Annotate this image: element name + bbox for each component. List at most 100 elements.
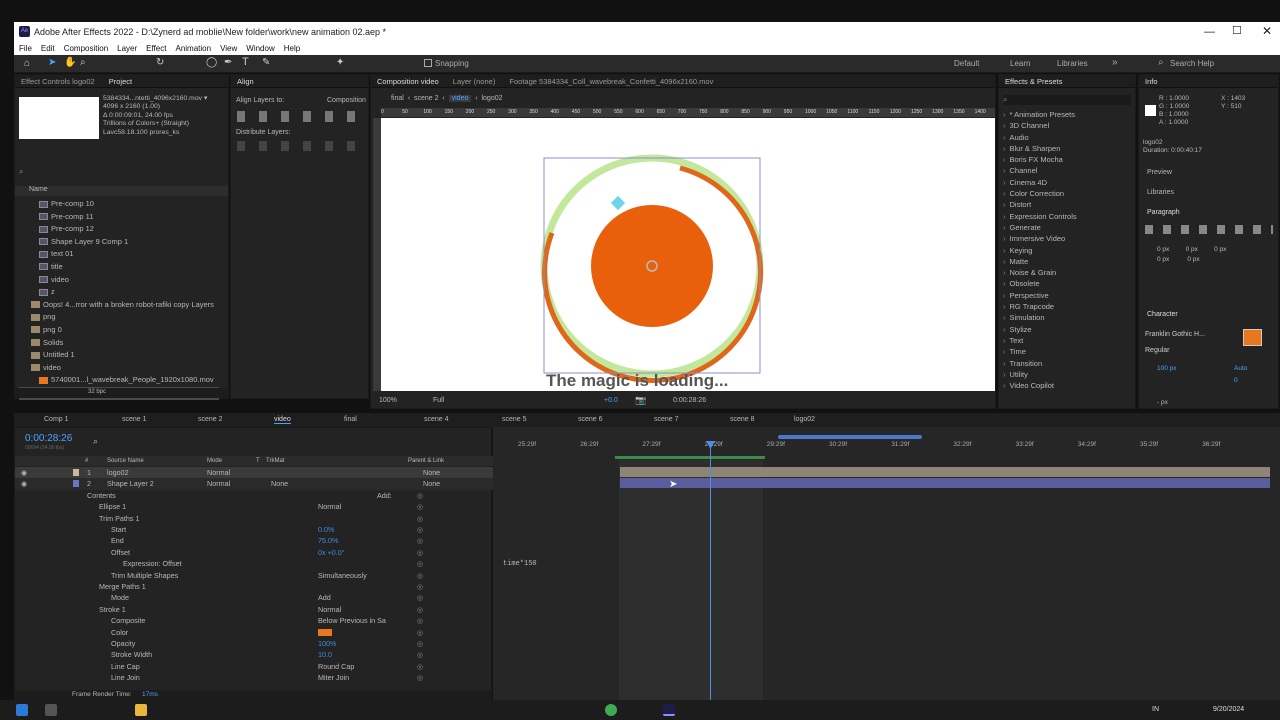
search-taskbar-icon[interactable]	[45, 704, 57, 716]
tab-project[interactable]: Project	[109, 77, 132, 86]
chrome-icon[interactable]	[605, 704, 617, 716]
layer-parent-select[interactable]: None	[423, 478, 440, 489]
property-value[interactable]: Miter Join	[318, 672, 349, 683]
timeline-tab[interactable]: scene 5	[502, 416, 527, 423]
effect-category[interactable]: Text	[1003, 335, 1133, 346]
resolution-select[interactable]: Full	[433, 397, 444, 404]
pickwhip-icon[interactable]: ◎	[417, 581, 423, 592]
project-search-input[interactable]: ⌕	[19, 167, 224, 177]
timeline-timecode[interactable]: 0:00:28:26	[25, 433, 72, 444]
timeline-tab[interactable]: scene 1	[122, 416, 147, 423]
effect-category[interactable]: Simulation	[1003, 312, 1133, 323]
taskbar-date[interactable]: 9/20/2024	[1213, 706, 1244, 713]
effect-category[interactable]: Stylize	[1003, 324, 1133, 335]
timeline-tab[interactable]: scene 2	[198, 416, 223, 423]
project-item[interactable]: Oops! 4...rror with a broken robot-rafik…	[19, 299, 219, 312]
layer-row[interactable]: ◉ 1 logo02 Normal None	[15, 467, 493, 479]
property-value[interactable]: Add	[318, 592, 331, 603]
tab-effects-presets[interactable]: Effects & Presets	[1005, 77, 1062, 86]
project-item[interactable]: Pre-comp 10	[19, 198, 219, 211]
comp-timecode[interactable]: 0:00:28:26	[673, 397, 706, 404]
effect-category[interactable]: Color Correction	[1003, 188, 1133, 199]
property-row[interactable]: End 75.0% ◎	[15, 535, 493, 546]
pickwhip-icon[interactable]: ◎	[417, 490, 423, 501]
property-value[interactable]: 100%	[318, 638, 336, 649]
property-row[interactable]: Opacity 100% ◎	[15, 638, 493, 649]
stroke-color-swatch[interactable]	[318, 628, 332, 636]
layer-trkmat-select[interactable]: None	[271, 478, 288, 489]
pickwhip-icon[interactable]: ◎	[417, 615, 423, 626]
project-item[interactable]: 5740001...l_wavebreak_People_1920x1080.m…	[19, 374, 219, 387]
maximize-icon[interactable]: ☐	[1232, 24, 1242, 37]
effect-category[interactable]: Obsolete	[1003, 278, 1133, 289]
visibility-eye-icon[interactable]: ◉	[21, 467, 27, 478]
tab-footage[interactable]: Footage 5384334_Coll_wavebreak_Confetti_…	[509, 77, 713, 86]
project-item[interactable]: Solids	[19, 337, 219, 350]
camera-icon[interactable]: 📷	[635, 395, 646, 406]
menu-layer[interactable]: Layer	[117, 44, 137, 53]
label-color-swatch[interactable]	[73, 469, 79, 476]
property-row[interactable]: Trim Multiple Shapes Simultaneously ◎	[15, 570, 493, 581]
project-item[interactable]: text 01	[19, 248, 219, 261]
effect-category[interactable]: Expression Controls	[1003, 211, 1133, 222]
label-color-swatch[interactable]	[73, 480, 79, 488]
pickwhip-icon[interactable]: ◎	[417, 501, 423, 512]
distribute-buttons[interactable]	[237, 141, 365, 151]
breadcrumb-logo02[interactable]: logo02	[481, 95, 502, 102]
pickwhip-icon[interactable]: ◎	[417, 570, 423, 581]
puppet-tool-icon[interactable]: ✦	[336, 57, 344, 68]
taskbar-language[interactable]: IN	[1152, 706, 1159, 713]
layer-name[interactable]: Shape Layer 2	[107, 478, 154, 489]
pickwhip-icon[interactable]: ◎	[417, 672, 423, 683]
property-value[interactable]: Normal	[318, 604, 341, 615]
tab-composition[interactable]: Composition video	[377, 77, 439, 86]
pickwhip-icon[interactable]: ◎	[417, 592, 423, 603]
libraries-panel-tab[interactable]: Libraries	[1147, 189, 1174, 196]
effect-category[interactable]: * Animation Presets	[1003, 109, 1133, 120]
effect-category[interactable]: Immersive Video	[1003, 233, 1133, 244]
indent-right[interactable]: 0 px	[1214, 246, 1226, 253]
in-out-range[interactable]	[615, 456, 765, 459]
layer-parent-select[interactable]: None	[423, 467, 440, 478]
indent-left[interactable]: 0 px	[1157, 246, 1169, 253]
property-row[interactable]: Mode Add ◎	[15, 592, 493, 603]
space-after[interactable]: 0 px	[1187, 256, 1199, 263]
tab-align[interactable]: Align	[237, 77, 254, 86]
work-area-bar[interactable]	[778, 435, 922, 439]
property-value[interactable]: Round Cap	[318, 661, 354, 672]
property-row[interactable]: Stroke Width 10.0 ◎	[15, 649, 493, 660]
effect-category[interactable]: Matte	[1003, 256, 1133, 267]
zoom-select[interactable]: 100%	[379, 397, 397, 404]
workspace-learn[interactable]: Learn	[1010, 59, 1030, 68]
menu-view[interactable]: View	[220, 44, 237, 53]
effect-category[interactable]: Video Copilot	[1003, 380, 1133, 391]
project-item[interactable]: title	[19, 261, 219, 274]
effect-category[interactable]: Boris FX Mocha	[1003, 154, 1133, 165]
snapping-checkbox[interactable]	[424, 59, 432, 67]
exposure-value[interactable]: +0.0	[604, 397, 618, 404]
comp-canvas[interactable]: The magic is loading...	[381, 118, 995, 391]
project-item[interactable]: Pre-comp 11	[19, 211, 219, 224]
fill-color-swatch[interactable]	[1243, 329, 1262, 346]
indent-first[interactable]: 0 px	[1186, 246, 1198, 253]
pickwhip-icon[interactable]: ◎	[417, 627, 423, 638]
align-buttons[interactable]	[237, 111, 365, 122]
stroke-width-value[interactable]: - px	[1157, 399, 1168, 406]
pen-tool-icon[interactable]: ✒	[224, 57, 232, 68]
project-item[interactable]: Untitled 1	[19, 349, 219, 362]
property-value[interactable]: Simultaneously	[318, 570, 367, 581]
effect-category[interactable]: Utility	[1003, 369, 1133, 380]
breadcrumb-final[interactable]: final	[391, 95, 404, 102]
layer-bar-shape-layer-2[interactable]	[620, 478, 1270, 488]
timeline-tab[interactable]: scene 8	[730, 416, 755, 423]
project-item[interactable]: video	[19, 274, 219, 287]
search-help-input[interactable]: Search Help	[1170, 59, 1214, 68]
effect-category[interactable]: Noise & Grain	[1003, 267, 1133, 278]
timeline-tab[interactable]: final	[344, 416, 357, 423]
property-row[interactable]: Offset 0x +0.0° ◎	[15, 547, 493, 558]
project-item[interactable]: png 0	[19, 324, 219, 337]
workspace-default[interactable]: Default	[954, 59, 979, 68]
breadcrumb-video[interactable]: video	[448, 95, 472, 102]
property-row[interactable]: Line Cap Round Cap ◎	[15, 661, 493, 672]
effects-search-input[interactable]: ⌕	[1003, 95, 1131, 105]
